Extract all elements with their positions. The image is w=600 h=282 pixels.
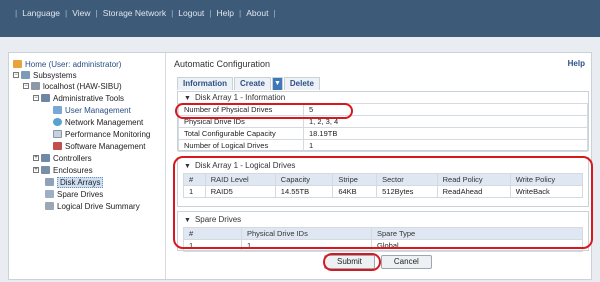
tree-network-management[interactable]: Network Management bbox=[53, 117, 143, 127]
server-icon bbox=[31, 82, 40, 90]
expand-icon[interactable]: + bbox=[33, 167, 39, 173]
top-menu: | Language | View | Storage Network | Logou… bbox=[15, 8, 276, 18]
collapse-triangle-icon[interactable]: ▼ bbox=[184, 95, 191, 102]
menu-logout[interactable]: Logout bbox=[178, 8, 204, 18]
tab-bar: Information Create ▼ Delete bbox=[177, 77, 321, 90]
user-icon bbox=[53, 106, 62, 114]
tree-logical-drive-summary[interactable]: Logical Drive Summary bbox=[45, 201, 140, 211]
content-frame: Home (User: administrator) − Subsystems … bbox=[8, 52, 593, 280]
highlight-drives-section bbox=[173, 156, 593, 249]
collapse-icon[interactable]: − bbox=[23, 83, 29, 89]
tree-enclosures[interactable]: + Enclosures bbox=[33, 165, 93, 175]
enclosure-icon bbox=[41, 166, 50, 174]
tree-software-management[interactable]: Software Management bbox=[53, 141, 146, 151]
tools-icon bbox=[41, 94, 50, 102]
highlight-physical-drives bbox=[175, 103, 353, 119]
menu-storage-network[interactable]: Storage Network bbox=[103, 8, 166, 18]
navigation-tree: Home (User: administrator) − Subsystems … bbox=[9, 53, 166, 279]
menu-view[interactable]: View bbox=[72, 8, 90, 18]
table-row: Number of Logical Drives 1 bbox=[178, 139, 588, 152]
expand-icon[interactable]: + bbox=[33, 155, 39, 161]
disk-array-icon bbox=[45, 178, 54, 186]
network-icon bbox=[53, 118, 62, 126]
performance-icon bbox=[53, 130, 62, 138]
home-icon bbox=[13, 60, 22, 68]
tab-information[interactable]: Information bbox=[177, 77, 233, 90]
tree-host[interactable]: − localhost (HAW-SIBU) bbox=[23, 81, 122, 91]
page-title: Automatic Configuration bbox=[174, 59, 271, 69]
tree-admin-tools[interactable]: − Administrative Tools bbox=[33, 93, 124, 103]
tab-create[interactable]: Create bbox=[234, 77, 271, 90]
logical-drive-icon bbox=[45, 202, 54, 210]
tree-subsystems[interactable]: − Subsystems bbox=[13, 70, 77, 80]
menu-help[interactable]: Help bbox=[217, 8, 234, 18]
subsystems-icon bbox=[21, 71, 30, 79]
tree-controllers[interactable]: + Controllers bbox=[33, 153, 92, 163]
highlight-submit bbox=[323, 253, 381, 271]
tree-user-management[interactable]: User Management bbox=[53, 105, 131, 115]
tab-delete[interactable]: Delete bbox=[283, 77, 320, 90]
tree-disk-arrays[interactable]: Disk Arrays bbox=[45, 176, 104, 188]
spare-drive-icon bbox=[45, 190, 54, 198]
array-information-panel: ▼ Disk Array 1 - Information Number of Ph… bbox=[177, 91, 589, 152]
menu-about[interactable]: About bbox=[246, 8, 268, 18]
table-row: Total Configurable Capacity 18.19TB bbox=[178, 127, 588, 140]
top-bar: | Language | View | Storage Network | Logou… bbox=[0, 0, 600, 37]
tree-performance-monitoring[interactable]: Performance Monitoring bbox=[53, 129, 150, 139]
info-header: Disk Array 1 - Information bbox=[194, 93, 286, 102]
tree-home[interactable]: Home (User: administrator) bbox=[13, 59, 121, 69]
collapse-icon[interactable]: − bbox=[33, 95, 39, 101]
help-link[interactable]: Help bbox=[568, 59, 585, 68]
collapse-icon[interactable]: − bbox=[13, 72, 19, 78]
tree-spare-drives[interactable]: Spare Drives bbox=[45, 189, 103, 199]
cancel-button[interactable]: Cancel bbox=[380, 255, 432, 269]
controller-icon bbox=[41, 154, 50, 162]
menu-language[interactable]: Language bbox=[22, 8, 60, 18]
chevron-down-icon[interactable]: ▼ bbox=[271, 77, 283, 90]
software-icon bbox=[53, 142, 62, 150]
main-panel: Automatic Configuration Help Information… bbox=[169, 53, 593, 279]
